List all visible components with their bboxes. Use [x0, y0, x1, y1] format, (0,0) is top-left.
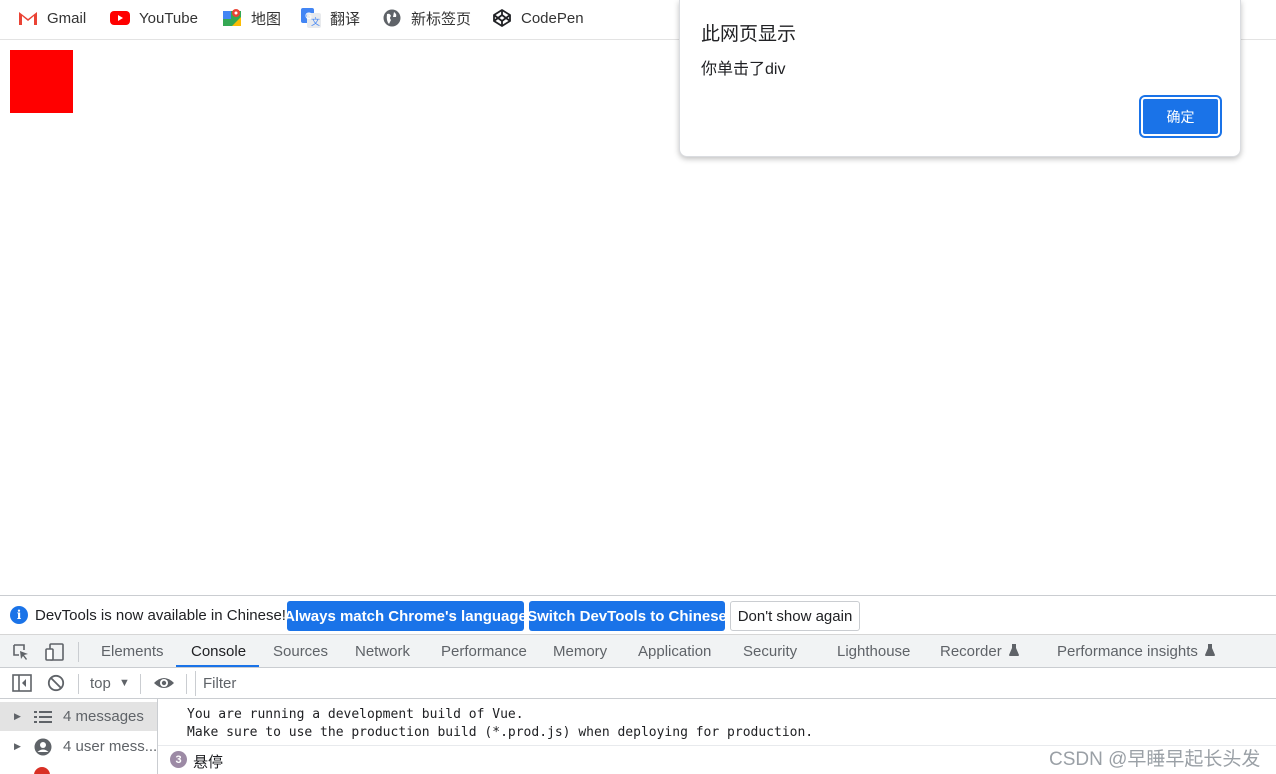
expand-arrow-icon: ▶: [14, 711, 21, 721]
tab-label: Performance: [441, 642, 527, 660]
context-selector[interactable]: top: [90, 675, 111, 692]
tab-label: Security: [743, 642, 798, 660]
svg-text:文: 文: [311, 16, 320, 28]
user-icon: [34, 738, 52, 756]
sidebar-item-user-messages[interactable]: ▶ 4 user mess...: [0, 732, 157, 761]
gmail-icon: [18, 8, 38, 28]
log-message: Make sure to use the production build (*…: [187, 725, 814, 740]
toolbar-divider: [78, 674, 79, 694]
bookmark-label: 新标签页: [411, 10, 472, 28]
info-icon: i: [10, 606, 28, 624]
bookmark-maps[interactable]: 地图: [222, 0, 281, 36]
alert-dialog: 此网页显示 你单击了div 确定: [679, 0, 1241, 157]
tab-label: Application: [638, 642, 712, 660]
bookmark-label: CodePen: [521, 9, 584, 27]
tab-label: Elements: [101, 642, 164, 660]
error-icon: [34, 767, 50, 774]
sidebar-item-messages[interactable]: ▶ 4 messages: [0, 702, 157, 731]
device-toolbar-icon[interactable]: [45, 643, 64, 661]
tab-label: Performance insights: [1057, 642, 1198, 660]
dialog-title: 此网页显示: [701, 24, 797, 45]
tab-elements[interactable]: Elements: [101, 635, 164, 667]
maps-icon: [222, 8, 242, 28]
youtube-icon: [110, 8, 130, 28]
tab-memory[interactable]: Memory: [553, 635, 607, 667]
dropdown-arrow-icon: ▼: [119, 677, 130, 689]
tab-label: Network: [355, 642, 411, 660]
dialog-message: 你单击了div: [701, 61, 786, 78]
translate-icon: G文: [301, 8, 321, 28]
dont-show-again-button[interactable]: Don't show again: [730, 601, 860, 631]
toolbar-divider: [140, 674, 141, 694]
list-icon: [34, 708, 52, 726]
bookmark-gmail[interactable]: Gmail: [18, 0, 86, 36]
tab-performance[interactable]: Performance: [441, 635, 527, 667]
toolbar-divider: [78, 642, 79, 662]
devtools-tabbar: Elements Console Sources Network Perform…: [0, 635, 1276, 668]
dialog-ok-button[interactable]: 确定: [1141, 97, 1220, 136]
tab-label: Console: [191, 642, 247, 660]
globe-icon: [382, 8, 402, 28]
bookmark-label: 翻译: [330, 10, 361, 28]
tab-performance-insights[interactable]: Performance insights: [1057, 635, 1215, 667]
eye-icon[interactable]: [153, 675, 174, 693]
tab-label: Sources: [273, 642, 329, 660]
console-sidebar: ▶ 4 messages ▶ 4 user mess...: [0, 699, 158, 774]
flask-icon: [1204, 643, 1215, 659]
active-tab-indicator: [176, 665, 259, 667]
bookmark-youtube[interactable]: YouTube: [110, 0, 198, 36]
tab-label: Memory: [553, 642, 608, 660]
always-match-language-button[interactable]: Always match Chrome's language: [284, 601, 527, 631]
log-message: You are running a development build of V…: [187, 707, 524, 722]
tab-lighthouse[interactable]: Lighthouse: [837, 635, 910, 667]
inspect-element-icon[interactable]: [12, 643, 30, 661]
tab-sources[interactable]: Sources: [273, 635, 328, 667]
bookmark-label: 地图: [251, 10, 282, 28]
sidebar-item-label: 4 messages: [63, 708, 144, 725]
toolbar-divider: [186, 674, 187, 694]
bookmark-new-tab[interactable]: 新标签页: [382, 0, 471, 36]
red-div[interactable]: [10, 50, 73, 113]
tab-application[interactable]: Application: [638, 635, 711, 667]
tab-recorder[interactable]: Recorder: [940, 635, 1019, 667]
tab-label: Lighthouse: [837, 642, 911, 660]
flask-icon: [1008, 643, 1019, 659]
infobar-text: DevTools is now available in Chinese!: [35, 607, 286, 624]
bookmark-codepen[interactable]: CodePen: [492, 0, 584, 36]
bookmark-label: Gmail: [47, 9, 87, 27]
log-message: 悬停: [193, 754, 224, 771]
clear-console-icon[interactable]: [47, 674, 65, 692]
tab-console[interactable]: Console: [191, 635, 246, 667]
watermark: CSDN @早睡早起长头发: [1049, 749, 1261, 770]
bookmark-label: YouTube: [139, 9, 198, 27]
tab-network[interactable]: Network: [355, 635, 410, 667]
tab-security[interactable]: Security: [743, 635, 797, 667]
bookmark-translate[interactable]: G文 翻译: [301, 0, 360, 36]
language-infobar: i DevTools is now available in Chinese! …: [0, 596, 1276, 635]
expand-arrow-icon: ▶: [14, 741, 21, 751]
repeat-count-badge: 3: [170, 751, 187, 768]
filter-input[interactable]: Filter: [195, 671, 1276, 696]
console-toolbar: top ▼ Filter: [0, 668, 1276, 699]
switch-to-chinese-button[interactable]: Switch DevTools to Chinese: [527, 601, 727, 631]
sidebar-item-label: 4 user mess...: [63, 738, 158, 755]
sidebar-toggle-icon[interactable]: [12, 674, 32, 692]
codepen-icon: [492, 8, 512, 28]
tab-label: Recorder: [940, 642, 1002, 660]
